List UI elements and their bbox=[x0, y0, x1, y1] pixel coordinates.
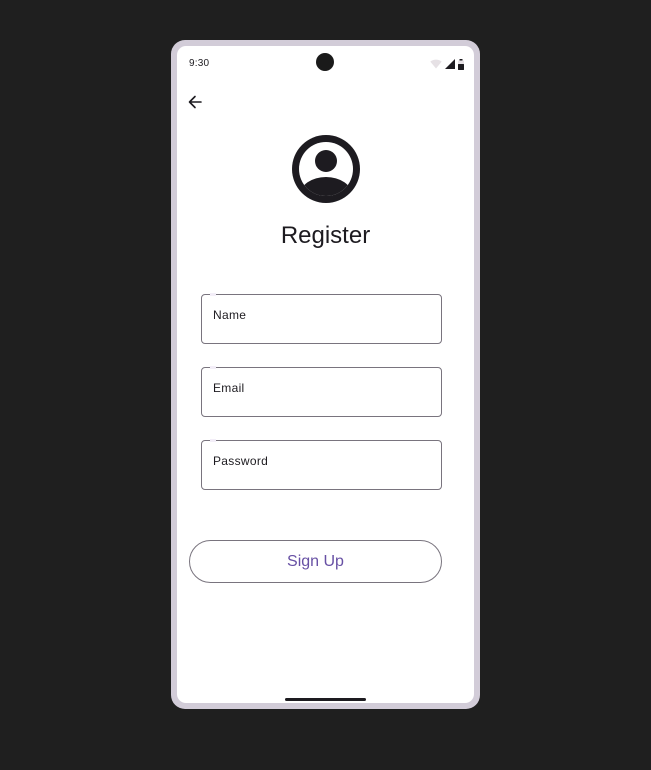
sign-up-button[interactable]: Sign Up bbox=[189, 540, 442, 583]
battery-icon bbox=[458, 58, 464, 70]
page-title: Register bbox=[280, 222, 371, 249]
arrow-back-icon bbox=[188, 95, 202, 109]
device-frame: 9:30 Register Name Email Password Sign U… bbox=[171, 40, 480, 709]
signal-icon bbox=[445, 59, 455, 69]
status-icons bbox=[430, 58, 464, 70]
name-input[interactable] bbox=[213, 323, 431, 339]
field-notch bbox=[210, 439, 216, 442]
app-screen: 9:30 Register Name Email Password Sign U… bbox=[177, 46, 474, 703]
field-notch bbox=[210, 366, 216, 369]
wifi-icon bbox=[430, 59, 442, 69]
password-field[interactable]: Password bbox=[201, 439, 442, 490]
name-field-label: Name bbox=[213, 308, 247, 322]
name-field[interactable]: Name bbox=[201, 293, 442, 344]
status-bar: 9:30 bbox=[177, 46, 474, 80]
email-field[interactable]: Email bbox=[201, 366, 442, 417]
password-field-label: Password bbox=[213, 454, 269, 468]
password-input[interactable] bbox=[213, 469, 431, 485]
account-circle-icon bbox=[292, 135, 360, 203]
email-field-label: Email bbox=[213, 381, 245, 395]
home-indicator[interactable] bbox=[285, 698, 366, 701]
camera-cutout bbox=[316, 53, 334, 71]
back-button[interactable] bbox=[183, 90, 207, 114]
field-notch bbox=[210, 293, 216, 296]
email-input[interactable] bbox=[213, 396, 431, 412]
status-time: 9:30 bbox=[189, 58, 210, 69]
